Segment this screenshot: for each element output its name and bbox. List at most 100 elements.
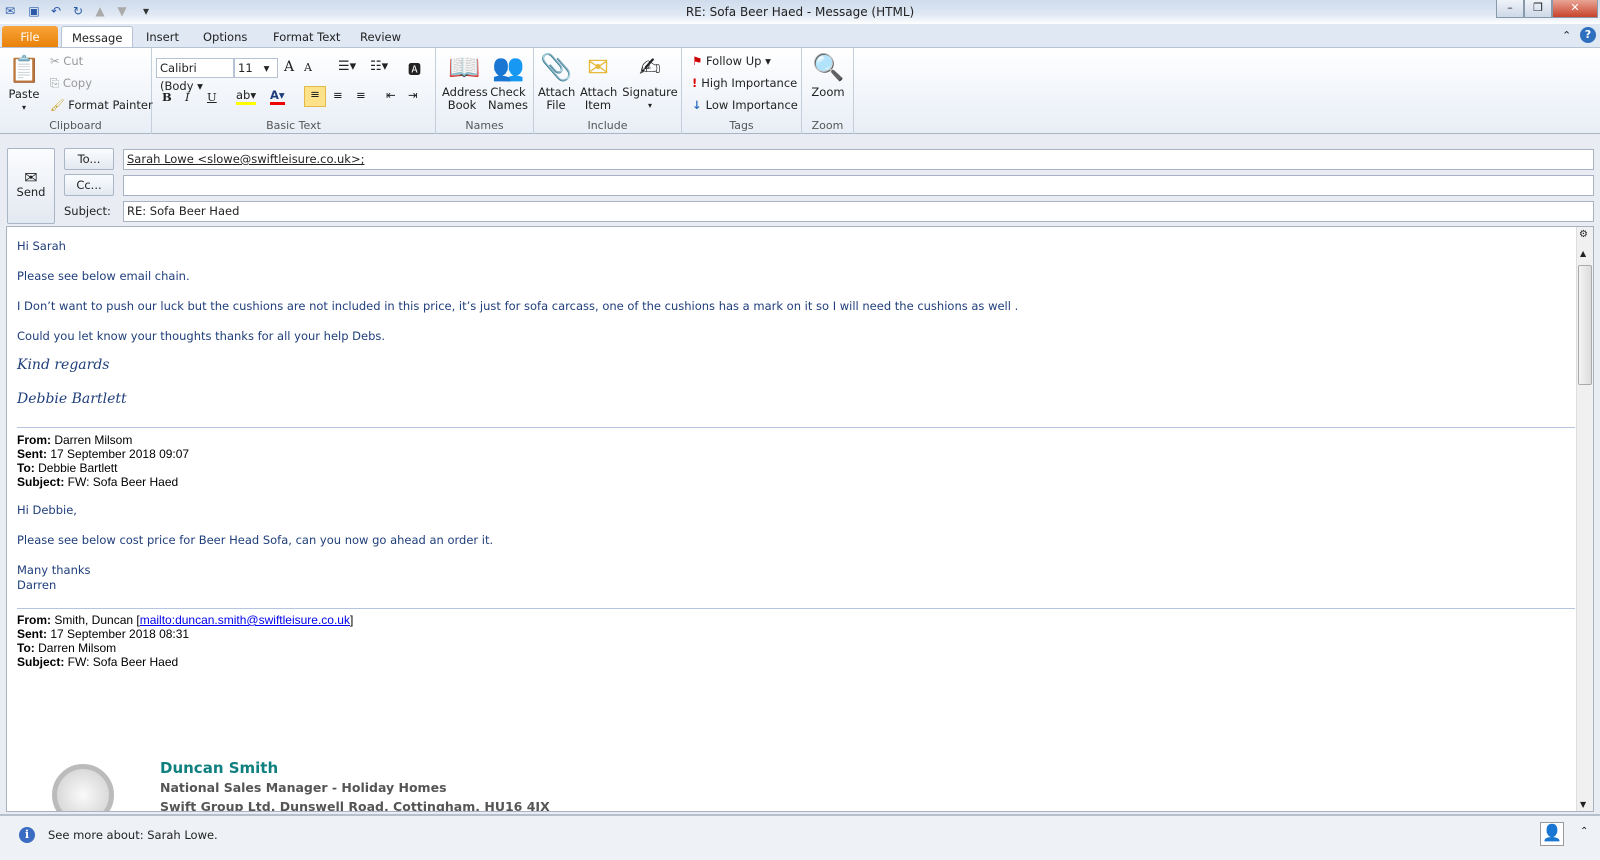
recipient[interactable]: Sarah Lowe <slowe@swiftleisure.co.uk>;	[127, 152, 364, 166]
swift-logo	[52, 764, 114, 811]
restore-button[interactable]: ❐	[1524, 0, 1552, 18]
paste-button[interactable]: 📋 Paste ▾	[6, 54, 42, 114]
divider	[17, 608, 1575, 609]
to-label: To:	[17, 641, 35, 655]
greeting: Hi Sarah	[17, 239, 66, 253]
font-select[interactable]: Calibri (Body ▾	[156, 58, 234, 93]
bold-button[interactable]: B	[162, 90, 172, 104]
bracket: ]	[349, 613, 354, 627]
expand-people-pane-icon[interactable]: ⌃	[1580, 826, 1588, 837]
sent-label: Sent:	[17, 627, 47, 641]
subject-field[interactable]: RE: Sofa Beer Haed	[123, 201, 1594, 222]
tab-format-text[interactable]: Format Text	[263, 26, 350, 48]
to-label: To:	[17, 461, 35, 475]
styles-icon[interactable]: 🅰	[408, 59, 421, 78]
address-book-label: Address Book	[442, 85, 488, 112]
italic-button[interactable]: I	[185, 90, 190, 104]
tab-review[interactable]: Review	[350, 26, 411, 48]
paragraph: I Don’t want to push our luck but the cu…	[17, 299, 1019, 313]
paragraph: Many thanks	[17, 563, 91, 577]
format-painter-button[interactable]: 🖌 Format Painter	[50, 98, 153, 112]
subject-label: Subject:	[64, 204, 111, 218]
from-value: Smith, Duncan [	[51, 613, 140, 627]
signature-icon: ✍	[639, 53, 661, 83]
to-field[interactable]: Sarah Lowe <slowe@swiftleisure.co.uk>;	[123, 149, 1594, 170]
group-label: Basic Text	[266, 119, 321, 132]
tab-file[interactable]: File	[2, 26, 58, 48]
ribbon: 📋 Paste ▾ ✂ Cut ⎘ Copy 🖌 Format Painter C…	[0, 47, 1600, 134]
cut-button[interactable]: ✂ Cut	[50, 54, 83, 68]
zoom-button[interactable]: 🔍 Zoom	[808, 52, 848, 99]
from-label: From:	[17, 613, 51, 627]
align-center-icon[interactable]: ≡	[333, 88, 343, 102]
align-left-icon[interactable]: ≡	[304, 86, 326, 107]
scissors-icon: ✂	[50, 54, 64, 68]
collapse-ribbon-icon[interactable]: ⌃	[1562, 29, 1571, 42]
grow-font-icon[interactable]: A	[284, 59, 294, 75]
info-icon: i	[19, 827, 35, 843]
to-value: Darren Milsom	[34, 641, 117, 655]
align-right-icon[interactable]: ≡	[356, 88, 366, 102]
minimize-button[interactable]: –	[1496, 0, 1524, 18]
check-names-button[interactable]: 👥 Check Names	[488, 52, 528, 112]
status-text[interactable]: See more about: Sarah Lowe.	[48, 828, 218, 842]
follow-up-button[interactable]: ⚑ Follow Up ▾	[692, 54, 771, 68]
group-clipboard: 📋 Paste ▾ ✂ Cut ⎘ Copy 🖌 Format Painter C…	[0, 48, 153, 134]
font-color-icon[interactable]: A▾	[270, 88, 285, 105]
low-importance-button[interactable]: ↓ Low Importance	[692, 98, 798, 112]
cc-field[interactable]	[123, 175, 1594, 196]
size-select[interactable]: 11 ▾	[234, 58, 278, 78]
format-painter-label: Format Painter	[68, 98, 153, 112]
close-button[interactable]: ✕	[1552, 0, 1598, 18]
bullets-icon[interactable]: ☰▾	[338, 59, 356, 74]
paragraph: Please see below cost price for Beer Hea…	[17, 533, 494, 547]
divider	[17, 427, 1575, 428]
paste-label: Paste	[8, 87, 40, 101]
address-book-button[interactable]: 📖 Address Book	[442, 52, 488, 112]
sent-value: 17 September 2018 09:07	[47, 447, 190, 461]
tab-message[interactable]: Message	[61, 26, 134, 48]
zoom-label: Zoom	[811, 85, 845, 99]
numbering-icon[interactable]: ☷▾	[370, 59, 388, 74]
subject-value: FW: Sofa Beer Haed	[64, 655, 179, 669]
signature-button[interactable]: ✍ Signature ▾	[622, 52, 678, 112]
increase-indent-icon[interactable]: ⇥	[408, 88, 418, 102]
underline-button[interactable]: U	[207, 90, 217, 104]
tab-insert[interactable]: Insert	[136, 26, 189, 48]
message-body[interactable]: Hi Sarah Please see below email chain. I…	[6, 226, 1594, 812]
group-label: Tags	[729, 119, 754, 132]
copy-button[interactable]: ⎘ Copy	[50, 76, 92, 91]
magnifier-icon: 🔍	[812, 53, 845, 83]
ruler-icon[interactable]: ⚙	[1579, 229, 1588, 240]
copy-label: Copy	[62, 76, 93, 90]
mailto-link[interactable]: mailto:duncan.smith@swiftleisure.co.uk	[140, 613, 350, 627]
cc-button[interactable]: Cc...	[64, 174, 114, 196]
check-names-label: Check Names	[488, 85, 528, 112]
scroll-up-icon[interactable]: ▲	[1580, 249, 1586, 258]
high-importance-button[interactable]: ! High Importance	[692, 76, 797, 90]
decrease-indent-icon[interactable]: ⇤	[386, 88, 396, 102]
compose-header: ✉ Send To... Cc... Subject: Sarah Lowe <…	[0, 144, 1600, 224]
scroll-down-icon[interactable]: ▼	[1580, 800, 1586, 809]
to-button[interactable]: To...	[64, 148, 114, 170]
follow-up-label: Follow Up	[705, 54, 762, 68]
contact-avatar-icon[interactable]: 👤	[1540, 822, 1564, 846]
high-importance-label: High Importance	[701, 76, 798, 90]
sig-title: National Sales Manager - Holiday Homes	[160, 780, 447, 795]
signoff: Kind regards	[17, 357, 110, 373]
group-zoom: 🔍 Zoom Zoom	[802, 48, 854, 134]
help-icon[interactable]: ?	[1580, 27, 1596, 43]
highlight-icon[interactable]: ab▾	[236, 88, 257, 105]
title-bar: ✉ ▣ ↶ ↻ ▲ ▼ ▾ RE: Sofa Beer Haed - Messa…	[0, 0, 1600, 24]
attach-file-button[interactable]: 📎 Attach File	[538, 52, 575, 112]
shrink-font-icon[interactable]: A	[304, 61, 312, 74]
subject-value: FW: Sofa Beer Haed	[64, 475, 179, 489]
attach-item-button[interactable]: ✉ Attach Item	[580, 52, 617, 112]
group-basic-text: Calibri (Body ▾ 11 ▾ A A ☰▾ ☷▾ 🅰 B I U a…	[152, 48, 436, 134]
vertical-scrollbar[interactable]: ⚙ ▲ ▼	[1576, 227, 1593, 811]
to-value: Debbie Bartlett	[34, 461, 118, 475]
scroll-thumb[interactable]	[1578, 265, 1592, 385]
tab-options[interactable]: Options	[193, 26, 257, 48]
send-button[interactable]: ✉ Send	[7, 148, 55, 224]
copy-icon: ⎘	[50, 76, 63, 90]
